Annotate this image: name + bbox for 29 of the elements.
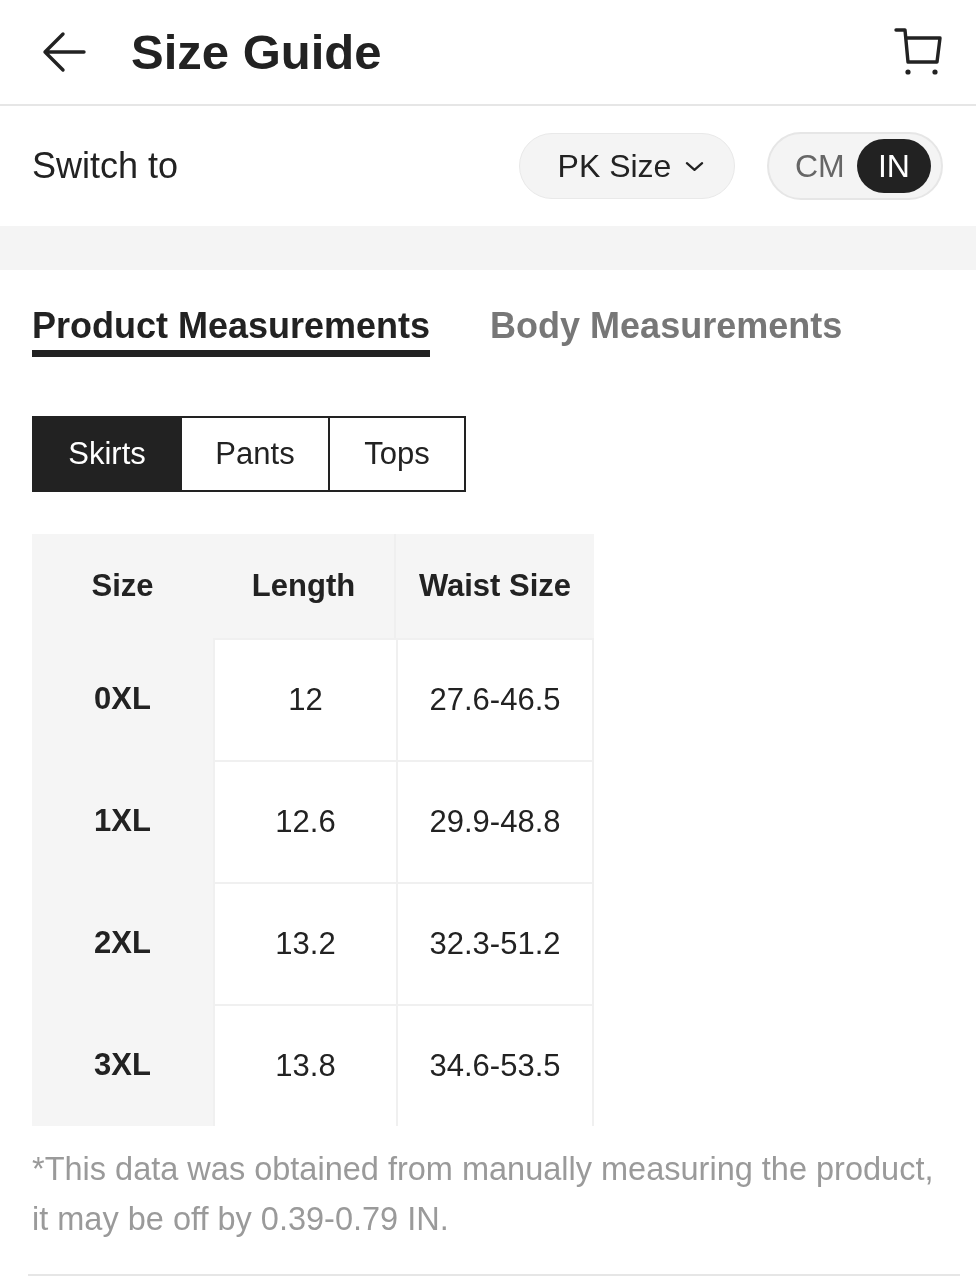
size-system-dropdown[interactable]: PK Size	[519, 133, 735, 199]
category-tab[interactable]: Skirts	[32, 416, 182, 492]
size-cell: 0XL	[32, 638, 213, 760]
category-tab[interactable]: Pants	[180, 416, 330, 492]
table-cell: 12	[213, 638, 396, 760]
size-cell: 3XL	[32, 1004, 213, 1126]
size-cell: 2XL	[32, 882, 213, 1004]
table-cell: 34.6-53.5	[396, 1004, 594, 1126]
measurement-tab[interactable]: Product Measurements	[32, 304, 431, 357]
table-cell: 27.6-46.5	[396, 638, 594, 760]
table-cell: 13.2	[213, 882, 396, 1004]
back-arrow-icon[interactable]	[42, 31, 86, 73]
table-cell: 29.9-48.8	[396, 760, 594, 882]
unit-option[interactable]: CM	[783, 139, 857, 193]
switch-label: Switch to	[32, 144, 179, 188]
column-header: Length	[213, 534, 396, 638]
category-tab[interactable]: Tops	[328, 416, 466, 492]
page-title: Size Guide	[131, 24, 382, 80]
measurement-note: *This data was obtained from manually measuring the product, it may be off by 0.39-0.79 IN.	[32, 1150, 935, 1239]
table-cell: 12.6	[213, 760, 396, 882]
measurement-tab[interactable]: Body Measurements	[490, 304, 843, 357]
cart-icon[interactable]	[894, 26, 942, 76]
table-cell: 13.8	[213, 1004, 396, 1126]
caret-icon	[685, 160, 705, 172]
column-header: Size	[32, 534, 213, 638]
column-header: Waist Size	[396, 534, 594, 638]
size-cell: 1XL	[32, 760, 213, 882]
table-cell: 32.3-51.2	[396, 882, 594, 1004]
unit-option[interactable]: IN	[856, 139, 931, 193]
